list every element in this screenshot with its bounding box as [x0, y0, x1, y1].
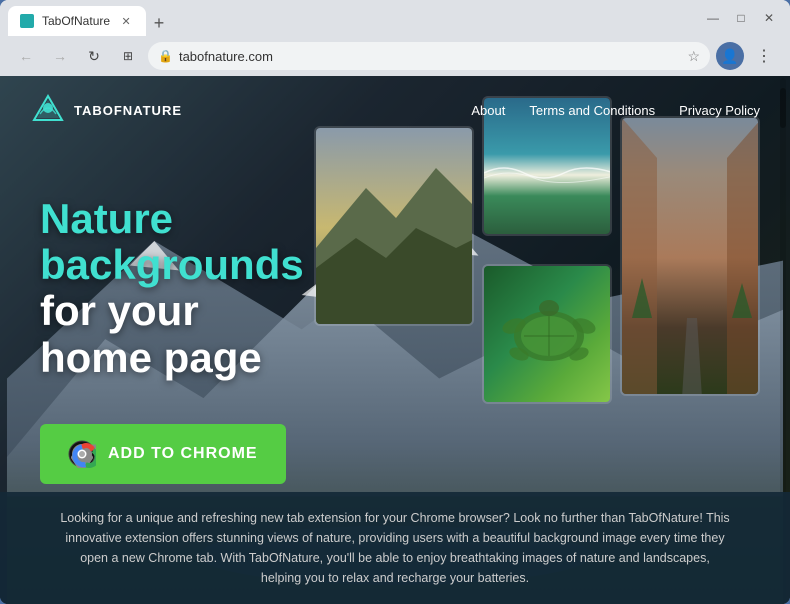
forward-button[interactable]: →	[46, 42, 74, 70]
tab-favicon	[20, 14, 34, 28]
logo-icon	[30, 92, 66, 128]
lock-icon: 🔒	[158, 49, 173, 63]
tab-bar: TabOfNature ✕ +	[8, 0, 694, 36]
minimize-button[interactable]: —	[700, 5, 726, 31]
browser-menu-button[interactable]: ⋮	[750, 42, 778, 70]
photo-tile-canyon	[620, 116, 760, 396]
description-bar: Looking for a unique and refreshing new …	[0, 492, 790, 604]
close-window-button[interactable]: ✕	[756, 5, 782, 31]
hero-title-line4: home page	[40, 335, 304, 381]
browser-frame: TabOfNature ✕ + — □ ✕ ← → ↻ ⊞ 🔒 tabofnat…	[0, 0, 790, 604]
title-bar: TabOfNature ✕ + — □ ✕	[0, 0, 790, 36]
hero-title-line3: for your	[40, 288, 304, 334]
new-tab-button[interactable]: +	[146, 10, 172, 36]
address-box[interactable]: 🔒 tabofnature.com ☆	[148, 42, 710, 70]
profile-button[interactable]: 👤	[716, 42, 744, 70]
nav-about[interactable]: About	[471, 103, 505, 118]
tab-close-button[interactable]: ✕	[118, 13, 134, 29]
maximize-button[interactable]: □	[728, 5, 754, 31]
back-button[interactable]: ←	[12, 42, 40, 70]
logo-text: TABOFNATURE	[74, 103, 182, 118]
active-tab[interactable]: TabOfNature ✕	[8, 6, 146, 36]
add-to-chrome-button[interactable]: ADD TO CHROME	[40, 424, 286, 484]
hero-title-line2: backgrounds	[40, 242, 304, 288]
tab-title: TabOfNature	[42, 14, 110, 28]
home-button[interactable]: ⊞	[114, 42, 142, 70]
profile-icon: 👤	[721, 48, 738, 65]
logo: TABOFNATURE	[30, 92, 182, 128]
window-controls: — □ ✕	[700, 5, 782, 31]
nav-terms[interactable]: Terms and Conditions	[529, 103, 655, 118]
refresh-button[interactable]: ↻	[80, 42, 108, 70]
hero-title-line1: Nature	[40, 196, 304, 242]
nav-privacy[interactable]: Privacy Policy	[679, 103, 760, 118]
hero-section: TABOFNATURE About Terms and Conditions P…	[0, 76, 790, 604]
page-content: TABOFNATURE About Terms and Conditions P…	[0, 76, 790, 604]
bookmark-icon[interactable]: ☆	[687, 48, 700, 65]
site-nav: About Terms and Conditions Privacy Polic…	[471, 103, 760, 118]
site-navbar: TABOFNATURE About Terms and Conditions P…	[0, 76, 790, 144]
chrome-icon	[68, 440, 96, 468]
address-bar-row: ← → ↻ ⊞ 🔒 tabofnature.com ☆ 👤 ⋮	[0, 36, 790, 76]
cta-label: ADD TO CHROME	[108, 445, 258, 463]
photo-tile-mountain	[314, 126, 474, 326]
photo-tile-turtle	[482, 264, 612, 404]
address-text: tabofnature.com	[179, 49, 681, 64]
hero-text: Nature backgrounds for your home page	[40, 196, 304, 381]
description-text: Looking for a unique and refreshing new …	[60, 508, 730, 588]
